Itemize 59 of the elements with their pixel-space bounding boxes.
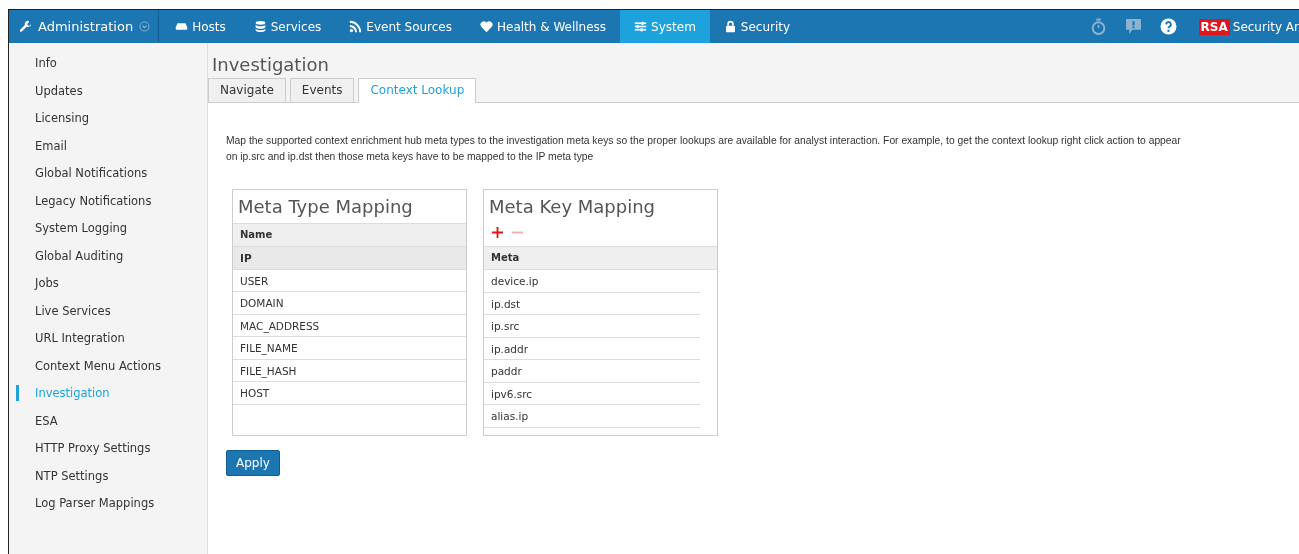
database-icon [253,20,267,33]
column-header: Meta [484,246,717,270]
sidebar-item[interactable]: Live Services [16,302,207,330]
sidebar-item[interactable]: HTTP Proxy Settings [16,440,207,468]
sidebar-item[interactable]: ESA [16,412,207,440]
sidebar-item[interactable]: Context Menu Actions [16,357,207,385]
table-row[interactable]: FILE_NAME [233,337,466,360]
wrench-icon [19,20,32,33]
table-row[interactable]: ipv6.src [484,382,700,405]
table-row[interactable]: USER [233,269,466,292]
plus-icon[interactable] [492,227,503,238]
sliders-icon [634,20,648,33]
description-text: Map the supported context enrichment hub meta types to the investigation meta keys so the proper lookups are available for analyst interaction. For example, to get the context lookup right click action to appear on ip.src and ip.dst then those meta keys have to be mapped to the IP meta type [226,134,1182,164]
sidebar-item[interactable]: Global Auditing [16,247,207,275]
table-row[interactable]: FILE_HASH [233,359,466,382]
panel-title: Meta Type Mapping [237,195,414,219]
feed-icon [349,20,363,33]
sidebar-item[interactable]: Jobs [16,275,207,303]
sidebar-item[interactable]: Updates [16,82,207,110]
help-icon[interactable] [1159,18,1177,35]
comment-icon[interactable] [1124,18,1142,35]
tab[interactable]: Events [289,78,355,102]
sidebar-item[interactable]: Log Parser Mappings [16,495,207,523]
lock-icon [723,20,737,33]
sidebar-item[interactable]: Email [16,137,207,165]
table-row[interactable]: paddr [484,360,700,383]
sidebar-item[interactable]: System Logging [16,220,207,248]
table-row[interactable]: alias.ip [484,405,700,428]
drive-icon [175,20,189,33]
sidebar-item[interactable]: Info [16,55,207,83]
table-row[interactable]: ip.src [484,315,700,338]
stopwatch-icon[interactable] [1089,18,1107,35]
nav-tab[interactable]: Health & Wellness [466,10,621,43]
tab[interactable]: Navigate [208,78,286,102]
sidebar-item[interactable]: Licensing [16,110,207,138]
table-row[interactable]: MAC_ADDRESS [233,314,466,337]
sidebar-item[interactable]: Legacy Notifications [16,192,207,220]
nav-tab[interactable]: Event Sources [335,10,466,43]
table-row[interactable]: ip.dst [484,292,700,315]
table-row[interactable]: IP [233,247,466,270]
sidebar-item[interactable]: Global Notifications [16,165,207,193]
page-title: Investigation [212,54,330,76]
column-header: Name [233,223,466,247]
table-row[interactable]: device.ip [484,270,700,293]
logo: RSA [1198,18,1230,35]
product-name: Security Ar [1232,19,1299,34]
chevron-icon [139,21,151,32]
nav-tab[interactable]: Services [239,10,336,43]
sidebar-item[interactable]: NTP Settings [16,467,207,495]
sidebar-item[interactable]: URL Integration [16,330,207,358]
table-row[interactable]: ip.addr [484,337,700,360]
table-row[interactable]: HOST [233,382,466,405]
apply-button[interactable]: Apply [226,450,280,476]
nav-tab[interactable]: Security [709,10,805,43]
panel-title: Meta Key Mapping [488,195,657,219]
nav-tab[interactable]: Administration [9,10,160,43]
table-row[interactable]: DOMAIN [233,292,466,315]
nav-tab[interactable]: Hosts [161,10,240,43]
heart-icon [480,20,493,33]
